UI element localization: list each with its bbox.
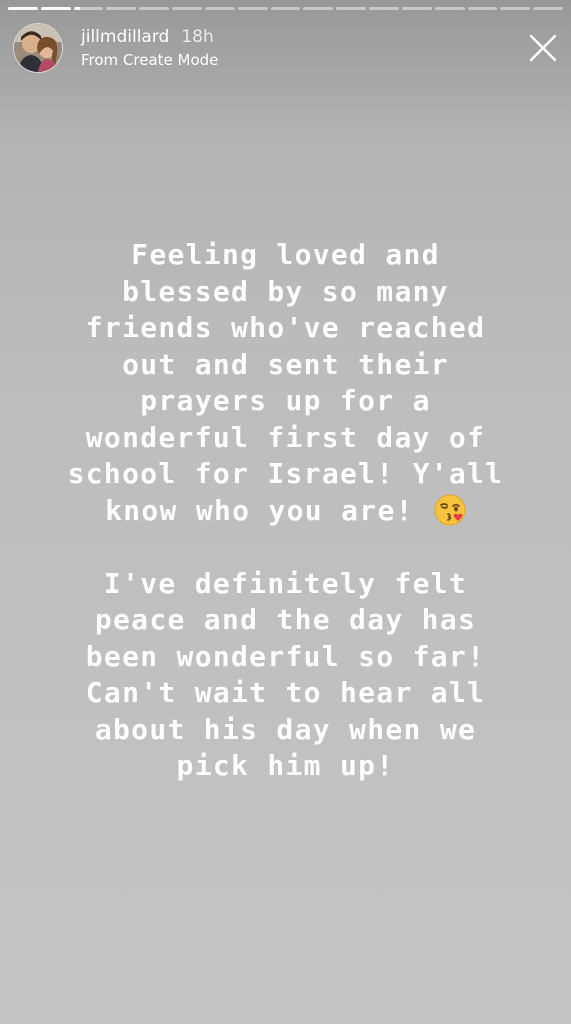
progress-segment	[434, 7, 465, 10]
story-header: jillmdillard 18h From Create Mode	[14, 24, 559, 76]
story-source-label: From Create Mode	[81, 51, 219, 69]
close-button[interactable]	[527, 32, 559, 64]
progress-segment	[369, 7, 399, 10]
progress-segment	[40, 7, 71, 10]
story-paragraph-1: Feeling loved and blessed by so many fri…	[20, 237, 551, 529]
progress-segment	[270, 7, 301, 10]
story-text: Feeling loved and blessed by so many fri…	[20, 237, 551, 785]
progress-segment	[73, 7, 104, 10]
avatar[interactable]	[14, 24, 62, 72]
progress-segment	[336, 7, 367, 10]
progress-segment	[204, 7, 235, 10]
post-time: 18h	[181, 27, 214, 47]
profile-photo	[14, 24, 62, 72]
progress-segment	[303, 7, 334, 10]
close-icon	[529, 34, 557, 62]
progress-segment	[237, 7, 268, 10]
story-paragraph-2: I've definitely felt peace and the day h…	[85, 566, 486, 783]
progress-segment	[106, 7, 137, 10]
progress-segment	[401, 7, 432, 10]
progress-segment	[467, 7, 498, 10]
progress-segment	[139, 7, 170, 10]
face-blowing-kiss-icon	[434, 494, 466, 525]
progress-segment	[8, 7, 38, 10]
progress-segment	[533, 7, 564, 10]
user-info: jillmdillard 18h From Create Mode	[81, 26, 218, 71]
progress-segment	[172, 7, 202, 10]
story-progress-bar	[8, 7, 564, 10]
username[interactable]: jillmdillard	[81, 26, 169, 48]
progress-segment	[500, 7, 531, 10]
story-paragraph-1-text: Feeling loved and blessed by so many fri…	[67, 238, 504, 527]
